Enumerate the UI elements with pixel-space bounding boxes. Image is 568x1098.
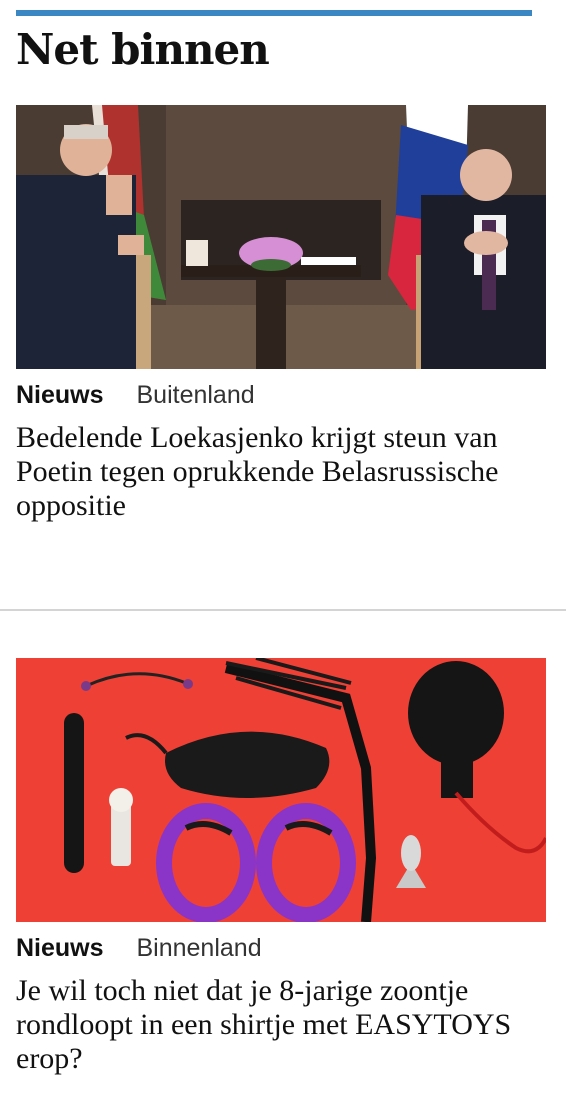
article-headline[interactable]: Bedelende Loekasjenko krijgt steun van P…: [16, 421, 516, 523]
article-subcategory[interactable]: Buitenland: [136, 381, 254, 409]
divider: [0, 609, 566, 611]
section-title: Net binnen: [16, 25, 270, 74]
section-accent-bar: [16, 10, 532, 16]
article-subcategory[interactable]: Binnenland: [136, 934, 261, 962]
article-headline[interactable]: Je wil toch niet dat je 8-jarige zoontje…: [16, 974, 516, 1076]
article-meta: Nieuws Buitenland: [16, 379, 546, 411]
article-category[interactable]: Nieuws: [16, 381, 104, 409]
article-image[interactable]: [16, 105, 546, 369]
article-category[interactable]: Nieuws: [16, 934, 104, 962]
article-image[interactable]: [16, 658, 546, 922]
article-meta: Nieuws Binnenland: [16, 932, 546, 964]
article-card[interactable]: Nieuws Buitenland Bedelende Loekasjenko …: [16, 105, 546, 523]
article-card[interactable]: Nieuws Binnenland Je wil toch niet dat j…: [16, 658, 546, 1076]
